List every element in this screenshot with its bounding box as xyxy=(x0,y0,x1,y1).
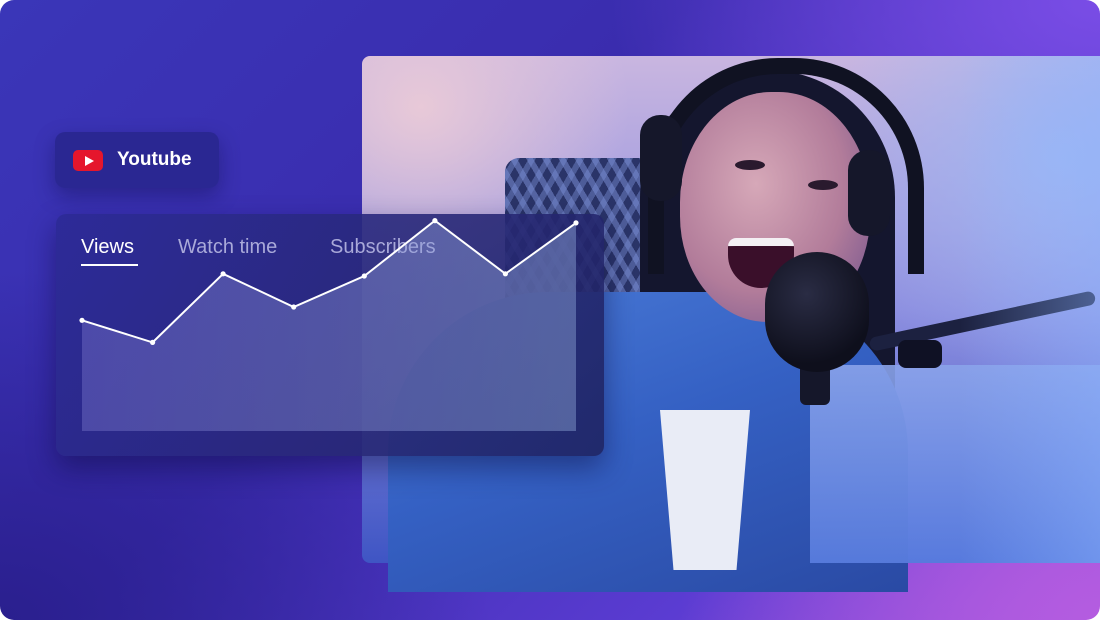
views-area-chart xyxy=(79,218,579,431)
youtube-badge: Youtube xyxy=(55,132,219,188)
hero-canvas: Youtube Views Watch time Subscribers xyxy=(0,0,1100,620)
views-point-4 xyxy=(291,304,297,310)
microphone xyxy=(765,252,869,372)
views-point-8 xyxy=(573,220,579,226)
views-point-7 xyxy=(502,271,508,277)
views-point-2 xyxy=(150,339,156,345)
boom-arm-knob xyxy=(898,340,942,368)
analytics-card: Views Watch time Subscribers xyxy=(56,214,604,456)
left-ear-cup xyxy=(640,115,682,201)
views-area-fill xyxy=(82,220,576,431)
badge-label: Youtube xyxy=(117,149,192,170)
youtube-play-icon xyxy=(73,149,103,171)
views-point-1 xyxy=(79,317,85,323)
right-ear-cup xyxy=(848,150,890,236)
views-point-6 xyxy=(432,218,438,224)
views-point-3 xyxy=(220,271,226,277)
views-point-5 xyxy=(361,273,367,279)
white-shirt xyxy=(660,410,750,570)
photo-edge-glow xyxy=(960,56,1100,563)
